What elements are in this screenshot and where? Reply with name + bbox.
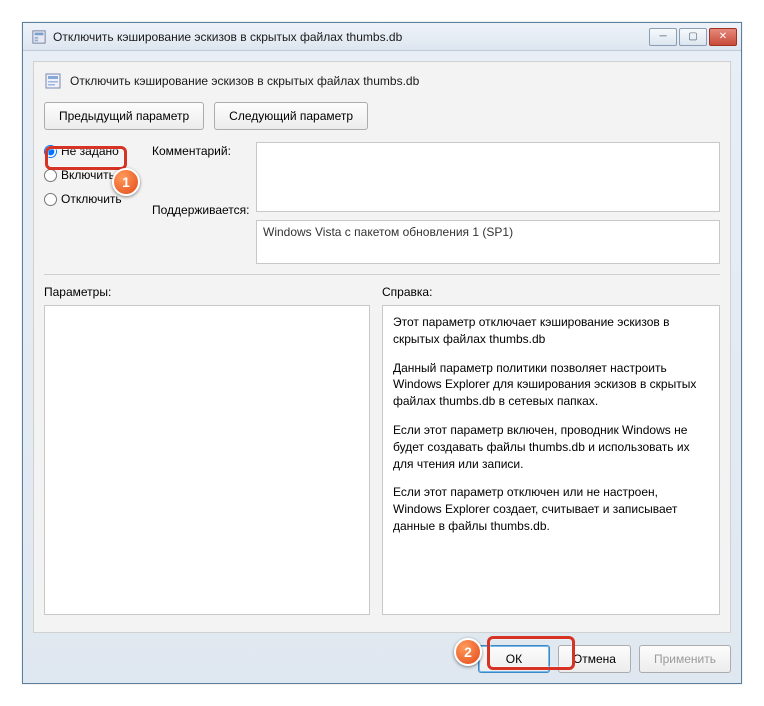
radio-disabled-label: Отключить [61,192,122,206]
app-icon [31,29,47,45]
titlebar: Отключить кэширование эскизов в скрытых … [23,23,741,51]
divider [44,274,720,275]
help-pane: Справка: Этот параметр отключает кэширов… [382,285,720,615]
window-controls: ─ ▢ ✕ [649,28,737,46]
policy-icon [44,72,62,90]
radio-enabled[interactable]: Включить [44,168,144,182]
radio-group: Не задано Включить Отключить [44,142,144,264]
ok-button[interactable]: ОК [478,645,550,673]
comment-textarea[interactable] [256,142,720,212]
radio-not-configured-input[interactable] [44,145,57,158]
help-label: Справка: [382,285,720,299]
radio-not-configured[interactable]: Не задано [44,144,144,158]
help-p1: Этот параметр отключает кэширование эски… [393,314,709,348]
field-labels: Комментарий: Поддерживается: [152,142,248,264]
minimize-button[interactable]: ─ [649,28,677,46]
config-grid: Не задано Включить Отключить Комментарий… [44,142,720,264]
header-row: Отключить кэширование эскизов в скрытых … [44,72,720,90]
help-p2: Данный параметр политики позволяет настр… [393,360,709,410]
radio-not-configured-label: Не задано [61,144,119,158]
next-setting-button[interactable]: Следующий параметр [214,102,368,130]
options-pane: Параметры: [44,285,370,615]
supported-box: Windows Vista с пакетом обновления 1 (SP… [256,220,720,264]
radio-enabled-label: Включить [61,168,115,182]
bottom-row: Параметры: Справка: Этот параметр отключ… [44,285,720,615]
dialog-window: Отключить кэширование эскизов в скрытых … [22,22,742,684]
radio-disabled-input[interactable] [44,193,57,206]
maximize-button[interactable]: ▢ [679,28,707,46]
supported-text: Windows Vista с пакетом обновления 1 (SP… [263,225,513,239]
footer-buttons: ОК Отмена Применить [33,645,731,673]
radio-enabled-input[interactable] [44,169,57,182]
options-label: Параметры: [44,285,370,299]
policy-title: Отключить кэширование эскизов в скрытых … [70,74,419,88]
close-button[interactable]: ✕ [709,28,737,46]
help-p4: Если этот параметр отключен или не настр… [393,484,709,534]
cancel-button[interactable]: Отмена [558,645,631,673]
radio-disabled[interactable]: Отключить [44,192,144,206]
comment-label: Комментарий: [152,144,248,158]
nav-buttons: Предыдущий параметр Следующий параметр [44,102,720,130]
window-title: Отключить кэширование эскизов в скрытых … [53,30,649,44]
field-inputs: Windows Vista с пакетом обновления 1 (SP… [256,142,720,264]
apply-button[interactable]: Применить [639,645,731,673]
prev-setting-button[interactable]: Предыдущий параметр [44,102,204,130]
content-area: Отключить кэширование эскизов в скрытых … [33,61,731,633]
options-box [44,305,370,615]
help-box: Этот параметр отключает кэширование эски… [382,305,720,615]
help-p3: Если этот параметр включен, проводник Wi… [393,422,709,472]
supported-label: Поддерживается: [152,203,248,217]
